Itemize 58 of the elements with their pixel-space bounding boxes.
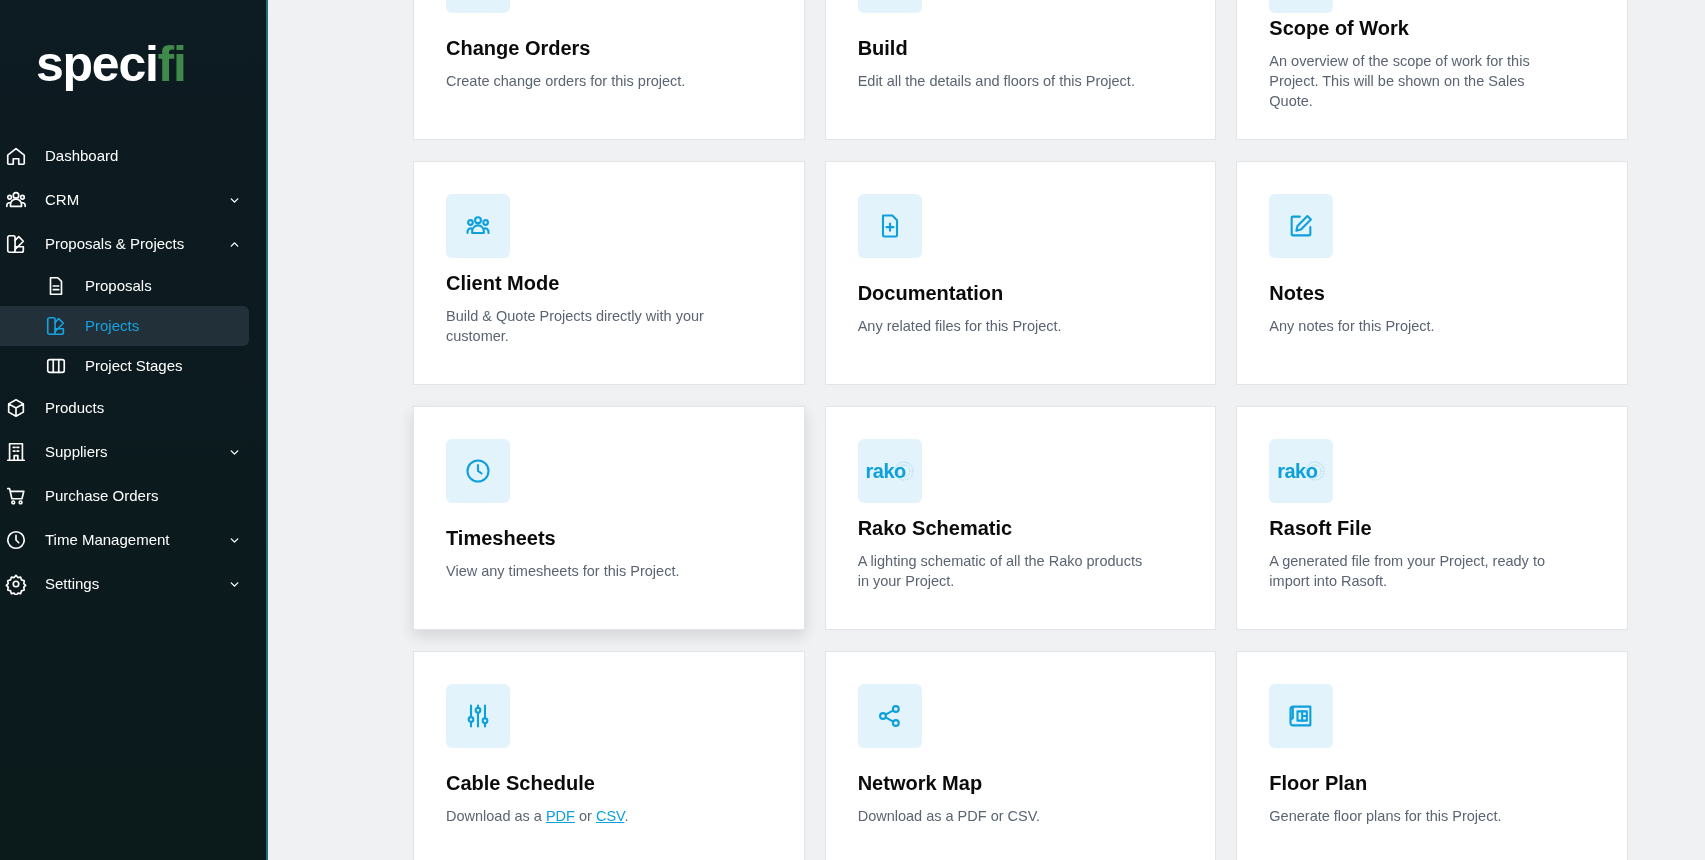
swatch-icon [5,233,27,255]
feature-card[interactable]: rako Rasoft File A generated file from your Project, ready to import into Rasoft. [1236,406,1628,630]
card-description: A lighting schematic of all the Rako products in your Project. [857,552,1144,591]
card-description: Generate floor plans for this Project. [1269,807,1503,826]
sidebar-item[interactable]: Products [0,386,266,430]
card-description: Build & Quote Projects directly with your customer. [446,307,705,346]
card-description: Download as a PDF or CSV. [857,807,1042,826]
feature-card[interactable]: Timesheets View any timesheets for this Project. [413,406,805,630]
card-title: Rako Schematic [857,516,1014,541]
card-title: Floor Plan [1269,771,1369,796]
card-title: Network Map [857,771,984,796]
sidebar-item[interactable]: Suppliers [0,430,266,474]
logo: specifi [36,39,186,89]
feature-card[interactable]: Build Edit all the details and floors of this Project. [824,0,1217,140]
feature-card[interactable]: Network Map Download as a PDF or CSV. [824,651,1217,860]
feature-card[interactable]: Documentation Any related files for this Project. [824,161,1217,385]
card-title: Notes [1269,281,1326,306]
sidebar-subitem[interactable]: Project Stages [0,346,249,386]
card-description: Download as a PDF or CSV. [446,807,630,826]
card-title: Documentation [857,281,1005,306]
card-title: Timesheets [446,526,557,551]
feature-card[interactable]: rako Rako Schematic A lighting schematic of all the Rako products in your Project. [824,406,1217,630]
sidebar-item[interactable]: Settings [0,562,266,606]
card-description: Create change orders for this project. [446,72,687,91]
card-description: Edit all the details and floors of this Project. [857,72,1136,91]
card-title: Change Orders [446,36,592,61]
cube-icon [5,397,27,419]
sidebar-item[interactable]: CRM [0,178,266,222]
feature-card[interactable]: Change Orders Create change orders for this project. [413,0,805,140]
card-description: View any timesheets for this Project. [446,562,681,581]
card-title: Scope of Work [1269,16,1410,41]
sidebar-item[interactable]: Purchase Orders [0,474,266,518]
feature-card[interactable]: Floor Plan Generate floor plans for this Project. [1236,651,1628,860]
cart-icon [5,485,27,507]
brand-logo: rako [1277,456,1326,486]
clock-icon [464,457,492,485]
sidebar-item[interactable]: Proposals & Projects [0,222,266,266]
clock-icon [5,529,27,551]
swatch-icon [45,315,67,337]
feature-card[interactable]: Notes Any notes for this Project. [1236,161,1628,385]
sidebar-subitem[interactable]: Projects [0,306,249,346]
card-title: Client Mode [446,271,561,296]
card-title: Rasoft File [1269,516,1373,541]
sidebar-item[interactable]: Dashboard [0,134,266,178]
feature-card[interactable]: Client Mode Build & Quote Projects directly with your customer. [413,161,805,385]
card-title: Cable Schedule [446,771,596,796]
brand-logo: rako [865,456,914,486]
building-icon [5,441,27,463]
gear-icon [5,573,27,595]
sidebar-subitem[interactable]: Proposals [0,266,249,306]
card-description: A generated file from your Project, ready to import into Rasoft. [1269,552,1546,591]
sidebar-item[interactable]: Time Management [0,518,266,562]
card-description: Any related files for this Project. [857,317,1063,336]
card-title: Build [857,36,909,61]
card-description: An overview of the scope of work for this Project. This will be shown on the Sales Quote. [1269,52,1531,111]
home-icon [5,145,27,167]
card-description: Any notes for this Project. [1269,317,1436,336]
feature-card[interactable]: Scope of Work An overview of the scope of work for this Project. This will be shown on the Sales Quote. [1236,0,1628,140]
